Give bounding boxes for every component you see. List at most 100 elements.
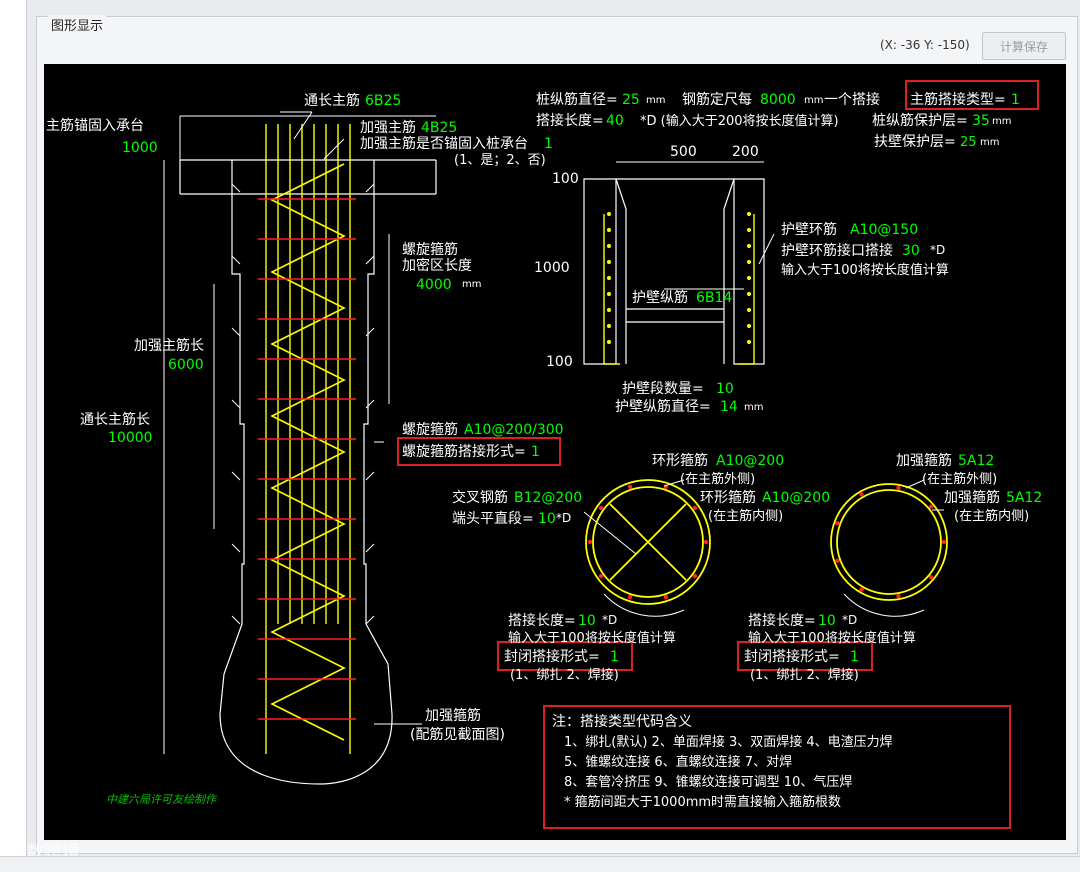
wall-long-bar-dot <box>747 276 751 280</box>
spiral-dense-unit: mm <box>462 279 481 290</box>
main-bar-dot <box>598 505 604 511</box>
wall-long-dia-value[interactable]: 14 <box>720 399 738 415</box>
pile-cover-unit: mm <box>992 116 1011 127</box>
wall-ring-value[interactable]: A10@150 <box>850 222 918 238</box>
tong-main-label: 通长主筋 <box>304 92 360 109</box>
wall-long-bar-dot <box>747 308 751 312</box>
jq-anchor-value[interactable]: 1 <box>544 136 553 152</box>
jq-main-bar-dot <box>896 593 901 599</box>
wall-step-left <box>231 615 241 625</box>
main-bar-dot <box>663 594 669 600</box>
main-bar-dot <box>692 573 698 579</box>
jq-len-label: 加强主筋长 <box>134 337 204 354</box>
lap-len-r-label: 搭接长度= <box>748 612 816 629</box>
pile-cover-label: 桩纵筋保护层= <box>872 112 968 129</box>
lap-len-label: 搭接长度= <box>536 112 604 129</box>
spiral-value[interactable]: A10@200/300 <box>464 422 564 438</box>
tong-len-label: 通长主筋长 <box>80 411 150 428</box>
wall-step-left <box>231 255 241 265</box>
wall-long-bar-dot <box>607 228 611 232</box>
end-straight-value[interactable]: 10 <box>538 511 556 527</box>
bottom-toolbar <box>0 856 1080 872</box>
lap-len-r-value[interactable]: 10 <box>818 613 836 629</box>
wall-long-bar-dot <box>747 292 751 296</box>
tong-len-value[interactable]: 10000 <box>108 430 153 446</box>
jq-hoop-r2-value[interactable]: 5A12 <box>1006 490 1042 506</box>
wall-step-left <box>231 327 241 337</box>
cross-bar-leader <box>583 511 637 555</box>
main-bar-dot <box>587 539 593 545</box>
closed-lap-r-value[interactable]: 1 <box>850 649 859 665</box>
wall-long-dia-unit: mm <box>744 402 763 413</box>
closed-opts-l: (1、绑扎 2、焊接) <box>510 667 619 683</box>
panel-title: 图形显示 <box>48 15 107 34</box>
wall-cover-label: 扶壁保护层= <box>874 134 956 150</box>
wall-long-bar-dot <box>747 340 751 344</box>
wall-long-bar-dot <box>607 340 611 344</box>
wall-cover-value[interactable]: 25 <box>960 135 977 150</box>
wall-step-right <box>365 327 375 337</box>
ring-hoop-value[interactable]: A10@200 <box>716 453 784 469</box>
wall-left-outline <box>583 178 617 365</box>
wall-ring-lap-value[interactable]: 30 <box>902 243 920 259</box>
jq-hoop-outer-circle <box>830 483 948 601</box>
wall-ring-lap-note: 输入大于100将按长度值计算 <box>781 262 949 278</box>
ring-hoop-outer: (在主筋外侧) <box>680 471 755 487</box>
wall-step-left <box>231 183 241 193</box>
closed-lap-l-value[interactable]: 1 <box>610 649 619 665</box>
jq-hoop-label: 加强箍筋 <box>425 707 481 724</box>
jq-main-bar-dot <box>835 520 840 526</box>
wall-long-bar-dot <box>607 244 611 248</box>
wall-long-bar-dot <box>747 244 751 248</box>
anchor-value[interactable]: 1000 <box>122 140 158 156</box>
wall-seg-count-value[interactable]: 10 <box>716 381 734 397</box>
wall-long-value[interactable]: 6B14 <box>696 290 732 306</box>
wall-step-right <box>365 399 375 409</box>
main-bar-dot <box>627 484 633 490</box>
lap-len-r-unit: *D <box>842 613 857 627</box>
lap-note-l: 输入大于100将按长度值计算 <box>508 630 676 646</box>
main-bar-dot <box>692 505 698 511</box>
ring-hoop-in-value[interactable]: A10@200 <box>762 490 830 506</box>
jq-len-value[interactable]: 6000 <box>168 357 204 373</box>
calc-save-button[interactable]: 计算保存 <box>982 32 1066 60</box>
end-straight-unit: *D <box>556 511 571 525</box>
spiral-dense-value[interactable]: 4000 <box>416 277 452 293</box>
wall-right-outline <box>733 178 765 365</box>
lap-len-value[interactable]: 40 <box>606 113 624 129</box>
dim-200: 200 <box>732 144 759 160</box>
jq-main-value[interactable]: 4B25 <box>421 120 457 136</box>
lap-len-l-value[interactable]: 10 <box>578 613 596 629</box>
wall-step-right <box>365 615 375 625</box>
wall-step-right <box>365 471 375 481</box>
wall-ring-leader <box>758 233 775 265</box>
jq-hoop-r2-inner: (在主筋内侧) <box>954 508 1029 524</box>
spiral-dense-label-2: 加密区长度 <box>402 257 472 274</box>
main-lap-type-value[interactable]: 1 <box>1011 92 1020 108</box>
wall-long-bar-dot <box>607 324 611 328</box>
author-credit: 中建六局许可友绘制作 <box>106 793 218 806</box>
spiral-dense-label: 螺旋箍筋 <box>402 241 458 258</box>
jq-anchor-question: 加强主筋是否锚固入桩承台 <box>360 135 528 152</box>
wall-long-bar-dot <box>607 260 611 264</box>
steel-len-suffix: 一个搭接 <box>824 91 880 108</box>
jq-hoop-r-label: 加强箍筋 <box>896 452 952 469</box>
dim-100-bot: 100 <box>546 354 573 370</box>
tong-main-value[interactable]: 6B25 <box>365 93 401 109</box>
jq-main-bar-dot <box>859 587 864 592</box>
drawing-canvas[interactable]: 通长主筋 6B25 主筋锚固入承台 1000 加强主筋 4B25 加强主筋是否锚… <box>44 64 1066 840</box>
closed-lap-r-label: 封闭搭接形式= <box>744 648 840 665</box>
jq-main-bar-dot <box>941 539 947 545</box>
wall-long-bar-dot <box>607 308 611 312</box>
note-line-4: * 箍筋间距大于1000mm时需直接输入箍筋根数 <box>564 794 841 810</box>
main-bar-dot <box>627 594 633 600</box>
pile-dia-value[interactable]: 25 <box>622 92 640 108</box>
wall-step-right <box>365 543 375 553</box>
jq-hoop-r-value[interactable]: 5A12 <box>958 453 994 469</box>
steel-len-value[interactable]: 8000 <box>760 92 796 108</box>
cross-bar-value[interactable]: B12@200 <box>514 490 582 506</box>
pile-cover-value[interactable]: 35 <box>972 113 990 129</box>
main-bar-dot <box>598 573 604 579</box>
wall-long-label: 护壁纵筋 <box>632 289 688 306</box>
spiral-lap-value[interactable]: 1 <box>531 444 540 460</box>
